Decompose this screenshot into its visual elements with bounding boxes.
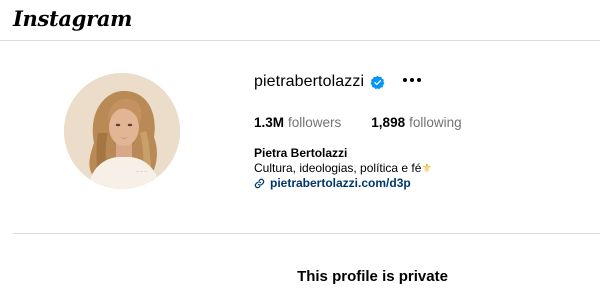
section-divider bbox=[13, 233, 600, 234]
profile-link-text: pietrabertolazzi.com/d3p bbox=[270, 176, 411, 190]
link-icon bbox=[254, 178, 265, 189]
profile-avatar[interactable]: ~ ~ ~ bbox=[64, 73, 180, 189]
profile-stats: 1.3M followers 1,898 following bbox=[254, 115, 462, 130]
more-dot-icon bbox=[403, 78, 407, 82]
profile-bio: Pietra Bertolazzi Cultura, ideologias, p… bbox=[254, 146, 432, 191]
followers-count: 1.3M bbox=[254, 115, 285, 130]
more-dot-icon bbox=[410, 78, 414, 82]
following-count: 1,898 bbox=[371, 115, 406, 130]
instagram-logo[interactable]: Instagram bbox=[13, 6, 132, 31]
followers-stat[interactable]: 1.3M followers bbox=[254, 115, 341, 130]
private-profile-message: This profile is private bbox=[297, 268, 448, 285]
profile-full-name: Pietra Bertolazzi bbox=[254, 146, 348, 160]
profile-link[interactable]: pietrabertolazzi.com/d3p bbox=[254, 176, 432, 191]
shirt-print: ~ ~ ~ bbox=[136, 170, 147, 174]
bio-description: Cultura, ideologias, política e fé⚜ bbox=[254, 161, 432, 176]
username-row: pietrabertolazzi bbox=[254, 70, 385, 94]
profile-username: pietrabertolazzi bbox=[254, 73, 365, 90]
more-dot-icon bbox=[417, 78, 421, 82]
avatar-image: ~ ~ ~ bbox=[64, 73, 180, 189]
fleur-de-lis-icon: ⚜ bbox=[421, 161, 433, 175]
verified-badge-icon bbox=[370, 75, 385, 89]
following-label: following bbox=[409, 115, 462, 130]
more-options-button[interactable] bbox=[401, 68, 423, 92]
following-stat[interactable]: 1,898 following bbox=[371, 115, 461, 130]
followers-label: followers bbox=[288, 115, 342, 130]
bio-text: Cultura, ideologias, política e fé bbox=[254, 161, 422, 175]
top-bar: Instagram bbox=[0, 0, 600, 41]
